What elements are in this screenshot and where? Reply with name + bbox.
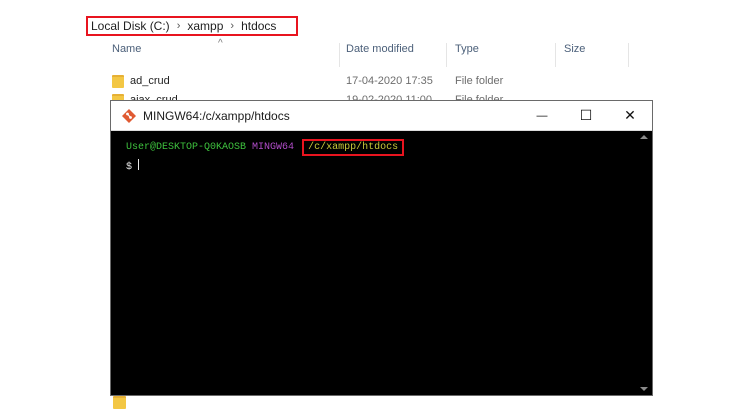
text-cursor xyxy=(138,159,140,170)
column-header-type[interactable]: Type xyxy=(455,43,479,65)
column-divider[interactable] xyxy=(446,43,447,67)
column-header-date[interactable]: Date modified xyxy=(346,43,414,65)
file-type: File folder xyxy=(455,75,504,87)
scroll-down-icon[interactable] xyxy=(640,387,648,391)
column-header-name[interactable]: Name xyxy=(112,43,141,65)
maximize-button[interactable]: ☐ xyxy=(564,101,608,130)
terminal-title: MINGW64:/c/xampp/htdocs xyxy=(143,109,290,123)
maximize-icon: ☐ xyxy=(579,107,593,123)
chevron-right-icon: › xyxy=(176,20,181,32)
prompt-user: User@DESKTOP-Q0KAOSB xyxy=(126,142,247,153)
terminal-titlebar[interactable]: MINGW64:/c/xampp/htdocs — ☐ ✕ xyxy=(111,101,652,131)
breadcrumb-item-htdocs[interactable]: htdocs xyxy=(241,19,276,33)
minimize-button[interactable]: — xyxy=(520,101,564,130)
prompt-env: MINGW64 xyxy=(252,142,295,153)
git-bash-icon xyxy=(122,109,136,123)
column-header-size[interactable]: Size xyxy=(564,43,585,65)
breadcrumb[interactable]: Local Disk (C:) › xampp › htdocs xyxy=(86,16,298,36)
minimize-icon: — xyxy=(536,109,548,122)
terminal-console[interactable]: User@DESKTOP-Q0KAOSB MINGW64 /c/xampp/ht… xyxy=(111,131,638,395)
prompt-path: /c/xampp/htdocs xyxy=(302,139,405,156)
folder-icon xyxy=(112,75,124,88)
column-divider[interactable] xyxy=(628,43,629,67)
input-line[interactable]: $ xyxy=(126,159,140,173)
close-button[interactable]: ✕ xyxy=(608,101,652,130)
file-date: 17-04-2020 17:35 xyxy=(346,75,433,87)
prompt-line: User@DESKTOP-Q0KAOSB MINGW64 /c/xampp/ht… xyxy=(126,139,405,156)
sort-up-icon: ^ xyxy=(218,38,223,49)
breadcrumb-item-local-disk[interactable]: Local Disk (C:) xyxy=(91,19,170,33)
column-divider[interactable] xyxy=(339,43,340,67)
column-divider[interactable] xyxy=(555,43,556,67)
chevron-right-icon: › xyxy=(230,20,235,32)
scroll-up-icon[interactable] xyxy=(640,135,648,139)
terminal-window[interactable]: MINGW64:/c/xampp/htdocs — ☐ ✕ User@DESKT… xyxy=(110,100,653,396)
breadcrumb-item-xampp[interactable]: xampp xyxy=(187,19,223,33)
file-name: ad_crud xyxy=(130,75,170,87)
folder-icon xyxy=(113,396,126,409)
close-icon: ✕ xyxy=(624,107,636,123)
scrollbar[interactable] xyxy=(637,131,652,395)
prompt-symbol: $ xyxy=(126,162,133,173)
